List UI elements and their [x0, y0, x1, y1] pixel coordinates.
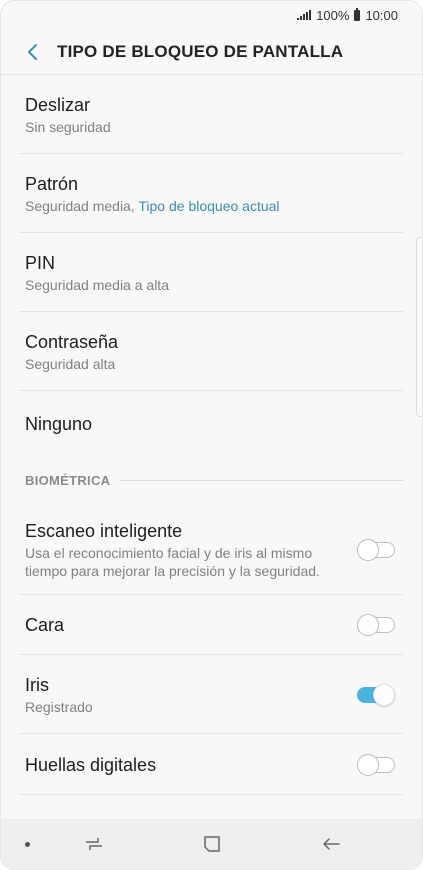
battery-percent: 100%: [316, 7, 350, 23]
option-title: Deslizar: [25, 94, 91, 115]
option-subtitle: Usa el reconocimiento facial y de iris a…: [25, 544, 320, 579]
battery-icon: [354, 7, 361, 21]
face-toggle[interactable]: [357, 614, 395, 636]
recent-apps-button[interactable]: [74, 824, 114, 864]
option-title: Huellas digitales: [25, 754, 157, 775]
status-bar: 100% 10:00: [1, 1, 422, 29]
biometric-iris[interactable]: Iris Registrado: [1, 655, 422, 734]
page-title: TIPO DE BLOQUEO DE PANTALLA: [57, 41, 344, 61]
back-button[interactable]: [13, 32, 53, 72]
lock-option-pin[interactable]: PIN Seguridad media a alta: [1, 233, 422, 312]
fingerprints-toggle[interactable]: [357, 753, 395, 776]
lock-option-pattern[interactable]: Patrón Seguridad media, Tipo de bloqueo …: [1, 154, 422, 233]
phone-screen: 100% 10:00 TIPO DE BLOQUEO DE PANTALLA D…: [0, 0, 423, 870]
biometric-face[interactable]: Cara: [1, 595, 422, 655]
back-nav-button[interactable]: [311, 824, 351, 864]
option-subtitle: Seguridad media a alta: [25, 276, 169, 293]
scroll-indicator[interactable]: [416, 237, 422, 417]
biometrics-section-header: BIOMÉTRICA: [1, 457, 422, 504]
option-subtitle: Seguridad alta: [25, 355, 116, 372]
clock: 10:00: [365, 7, 398, 23]
app-bar: TIPO DE BLOQUEO DE PANTALLA: [1, 29, 422, 75]
iris-toggle[interactable]: [357, 683, 395, 706]
lock-option-swipe[interactable]: Deslizar Sin seguridad: [1, 75, 422, 154]
option-subtitle: Registrado: [25, 698, 93, 715]
biometric-intelligent-scan[interactable]: Escaneo inteligente Usa el reconocimient…: [1, 504, 422, 595]
home-button[interactable]: [192, 824, 232, 864]
lock-option-password[interactable]: Contraseña Seguridad alta: [1, 312, 422, 391]
chevron-left-icon: [28, 43, 37, 60]
option-title: Escaneo inteligente: [25, 520, 183, 541]
option-title: Iris: [25, 674, 49, 695]
option-title: Patrón: [25, 173, 79, 194]
keep-visible-dot-icon[interactable]: [25, 841, 30, 847]
intelligent-scan-toggle[interactable]: [357, 538, 395, 561]
option-title: Ninguno: [25, 414, 93, 434]
current-lock-label: Tipo de bloqueo actual: [138, 197, 280, 214]
back-arrow-icon: [323, 838, 340, 850]
section-divider: [120, 480, 404, 481]
option-subtitle: Sin seguridad: [25, 118, 111, 135]
option-title: Cara: [25, 615, 65, 635]
navigation-bar: [1, 819, 422, 869]
lock-type-list: Deslizar Sin seguridad Patrón Seguridad …: [1, 75, 422, 795]
lock-option-none[interactable]: Ninguno: [1, 391, 422, 457]
option-title: Contraseña: [25, 331, 119, 352]
biometric-fingerprints[interactable]: Huellas digitales: [1, 734, 422, 795]
section-label: BIOMÉTRICA: [25, 473, 111, 488]
option-subtitle: Seguridad media, Tipo de bloqueo actual: [25, 197, 280, 214]
signal-icon: [297, 10, 312, 20]
option-title: PIN: [25, 252, 56, 273]
recent-apps-icon: [86, 838, 102, 850]
home-icon: [204, 836, 220, 852]
